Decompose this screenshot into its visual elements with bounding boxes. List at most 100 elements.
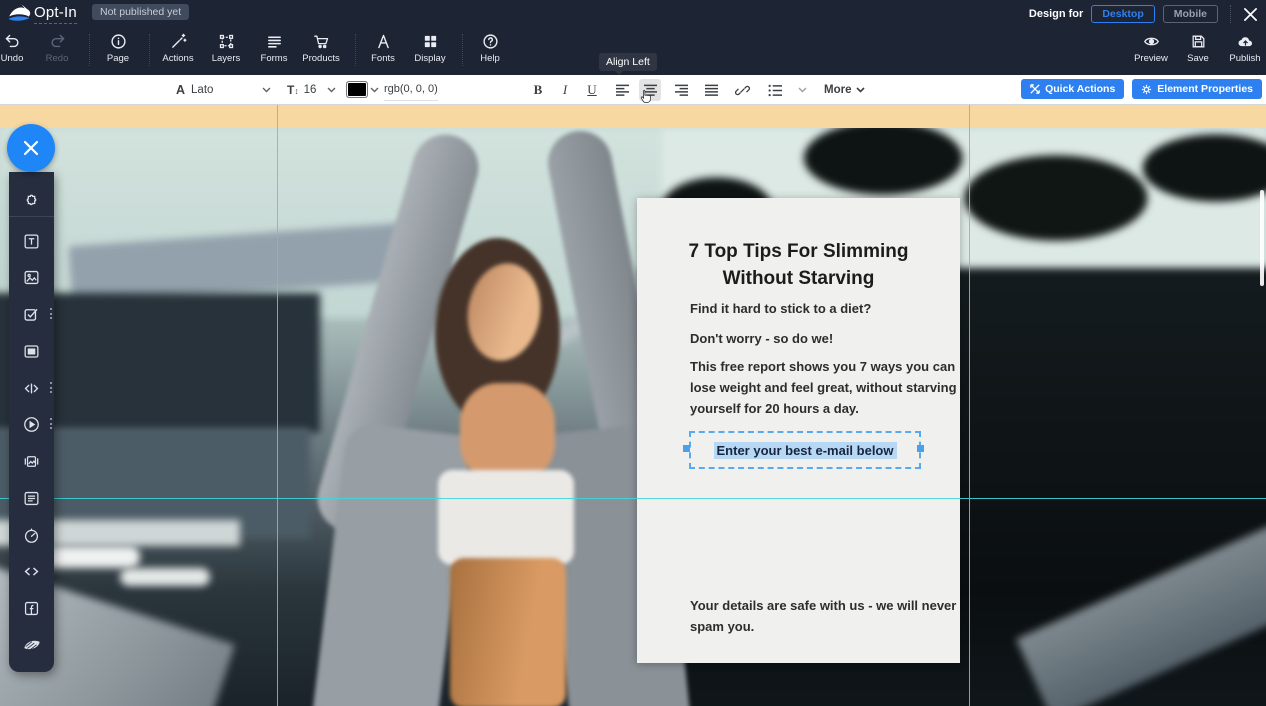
align-left-button[interactable] (611, 79, 633, 101)
resize-handle-left[interactable] (683, 445, 690, 452)
toolbar-separator (355, 34, 356, 66)
italic-button[interactable]: I (554, 79, 576, 101)
horizontal-guide (0, 498, 1266, 499)
countdown-element-icon[interactable] (9, 518, 54, 552)
gear-icon (1141, 84, 1152, 95)
custom-code-element-icon[interactable] (9, 554, 54, 588)
magic-wand-icon (170, 33, 187, 50)
card-paragraph[interactable]: lose weight and feel great, without star… (690, 380, 957, 395)
card-title[interactable]: 7 Top Tips For Slimming Without Starving (637, 238, 960, 292)
redo-icon (49, 33, 66, 50)
device-mobile-button[interactable]: Mobile (1163, 5, 1218, 23)
more-options-dots[interactable] (50, 382, 53, 393)
resize-handle-right[interactable] (917, 445, 924, 452)
redo-button[interactable]: Redo (35, 33, 79, 64)
toolbar-separator (462, 34, 463, 66)
video-element-icon[interactable] (9, 407, 54, 441)
undo-button[interactable]: Undo (0, 33, 34, 64)
page-title[interactable]: Opt-In (34, 4, 77, 24)
spacer-element-icon[interactable] (9, 371, 54, 405)
floppy-save-icon (1190, 33, 1207, 50)
hand-pointer-cursor (638, 88, 653, 105)
selected-text[interactable]: Enter your best e-mail below (714, 442, 897, 459)
more-options-dots[interactable] (50, 418, 53, 429)
font-family-icon: A (176, 83, 185, 97)
actions-button[interactable]: Actions (156, 33, 200, 64)
device-desktop-button[interactable]: Desktop (1091, 5, 1154, 23)
chevron-down-icon[interactable] (327, 87, 336, 93)
display-button[interactable]: Display (408, 33, 452, 64)
cloud-upload-icon (1237, 33, 1254, 50)
quick-actions-button[interactable]: Quick Actions (1021, 79, 1124, 99)
help-button[interactable]: Help (468, 33, 512, 64)
button-element-icon[interactable] (9, 334, 54, 368)
toolbar-separator (89, 34, 90, 66)
top-section-band[interactable] (0, 104, 1266, 128)
link-icon (735, 83, 750, 98)
list-button[interactable] (764, 79, 786, 101)
justify-button[interactable] (700, 79, 722, 101)
image-element-icon[interactable] (9, 260, 54, 294)
toolbar-separator (149, 34, 150, 66)
card-paragraph[interactable]: This free report shows you 7 ways you ca… (690, 359, 955, 374)
underline-button[interactable]: U (581, 79, 603, 101)
rabbit-logo-icon (6, 3, 32, 25)
checkbox-form-element-icon[interactable] (9, 297, 54, 331)
photo-neck-skin (460, 383, 555, 483)
list-options-dropdown[interactable] (791, 79, 813, 101)
close-elements-panel-button[interactable] (7, 124, 55, 172)
card-footer-text[interactable]: spam you. (690, 619, 754, 634)
align-right-button[interactable] (670, 79, 692, 101)
form-element-icon[interactable] (9, 481, 54, 515)
page-button[interactable]: Page (96, 33, 140, 64)
forms-list-icon (266, 33, 283, 50)
background-photo[interactable] (0, 128, 1266, 706)
status-badge: Not published yet (92, 4, 189, 20)
vertical-guide (277, 104, 278, 706)
save-button[interactable]: Save (1176, 33, 1220, 64)
card-paragraph[interactable]: yourself for 20 hours a day. (690, 401, 859, 416)
canvas-scrollbar[interactable] (1260, 190, 1264, 286)
grid-icon (422, 33, 439, 50)
eye-icon (1143, 33, 1160, 50)
selected-text-element[interactable]: Enter your best e-mail below (689, 431, 921, 469)
gallery-element-icon[interactable] (9, 444, 54, 478)
elements-panel (9, 172, 54, 672)
format-toolbar: A Lato T↕ 16 rgb(0, 0, 0) B I U (0, 75, 1266, 105)
fonts-button[interactable]: Fonts (361, 33, 405, 64)
align-right-icon (674, 84, 689, 97)
close-icon[interactable] (1243, 7, 1258, 22)
photo-white-top (438, 470, 574, 565)
font-size-icon: T↕ (287, 83, 299, 97)
brand-logo-icon[interactable] (9, 628, 54, 662)
blocks-puzzle-icon[interactable] (9, 182, 54, 216)
photo-boat (120, 568, 210, 586)
chevron-down-icon[interactable] (370, 87, 379, 93)
card-paragraph[interactable]: Find it hard to stick to a diet? (690, 301, 871, 316)
divider (1230, 5, 1231, 23)
color-value-input[interactable]: rgb(0, 0, 0) (384, 78, 438, 101)
facebook-element-icon[interactable] (9, 591, 54, 625)
element-properties-button[interactable]: Element Properties (1132, 79, 1262, 99)
card-footer-text[interactable]: Your details are safe with us - we will … (690, 598, 956, 613)
quick-actions-icon (1030, 84, 1040, 94)
page-canvas[interactable]: 7 Top Tips For Slimming Without Starving… (0, 104, 1266, 706)
text-color-swatch[interactable] (346, 75, 368, 104)
design-for-label: Design for (1029, 8, 1083, 20)
preview-button[interactable]: Preview (1129, 33, 1173, 64)
more-options-dots[interactable] (50, 308, 53, 319)
link-button[interactable] (731, 79, 753, 101)
products-button[interactable]: Products (299, 33, 343, 64)
bold-button[interactable]: B (527, 79, 549, 101)
text-element-icon[interactable] (9, 224, 54, 258)
layers-button[interactable]: Layers (204, 33, 248, 64)
chevron-down-icon[interactable] (262, 87, 271, 93)
font-family-select[interactable]: A Lato (176, 75, 213, 104)
font-size-select[interactable]: T↕ 16 (287, 75, 316, 104)
photo-torso-skin (450, 558, 566, 706)
publish-button[interactable]: Publish (1223, 33, 1266, 64)
forms-button[interactable]: Forms (252, 33, 296, 64)
more-dropdown[interactable]: More (824, 75, 865, 104)
editor-window: Opt-In Not published yet Design for Desk… (0, 0, 1266, 706)
card-paragraph[interactable]: Don't worry - so do we! (690, 331, 833, 346)
